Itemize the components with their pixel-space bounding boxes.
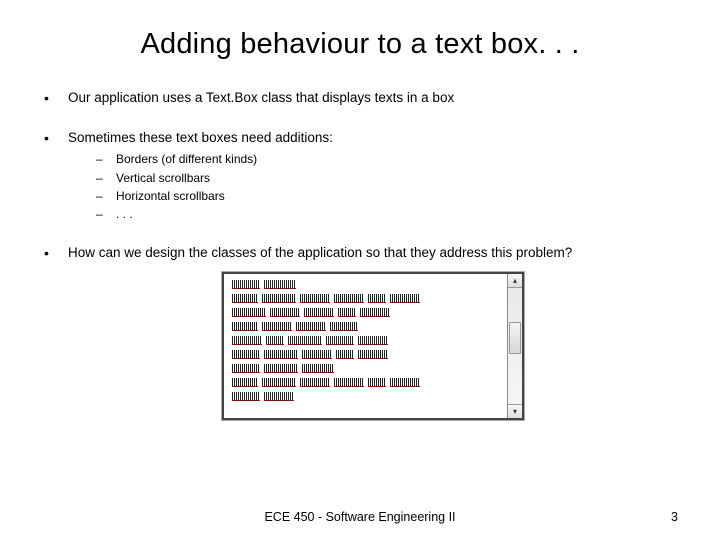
slide: Adding behaviour to a text box. . . Our … xyxy=(0,0,720,540)
sub-item: . . . xyxy=(96,206,678,222)
scroll-track xyxy=(508,288,522,404)
sub-text: . . . xyxy=(116,207,133,221)
bullet-text: How can we design the classes of the app… xyxy=(68,245,572,260)
sub-text: Horizontal scrollbars xyxy=(116,189,225,203)
sub-item: Vertical scrollbars xyxy=(96,170,678,186)
bullet-item: How can we design the classes of the app… xyxy=(42,244,678,420)
textbox-illustration: ▴ ▾ xyxy=(222,272,524,420)
sub-item: Horizontal scrollbars xyxy=(96,188,678,204)
bullet-item: Sometimes these text boxes need addition… xyxy=(42,129,678,222)
figure-container: ▴ ▾ xyxy=(68,272,678,420)
sub-text: Vertical scrollbars xyxy=(116,171,210,185)
scroll-up-button: ▴ xyxy=(508,274,522,288)
bullet-text: Our application uses a Text.Box class th… xyxy=(68,90,454,105)
textbox-content-area xyxy=(224,274,507,418)
bullet-list: Our application uses a Text.Box class th… xyxy=(42,89,678,420)
slide-title: Adding behaviour to a text box. . . xyxy=(42,28,678,61)
sub-list: Borders (of different kinds) Vertical sc… xyxy=(96,151,678,222)
footer-text: ECE 450 - Software Engineering II xyxy=(0,510,720,524)
bullet-text: Sometimes these text boxes need addition… xyxy=(68,130,333,145)
scroll-thumb xyxy=(509,322,521,354)
scroll-down-button: ▾ xyxy=(508,404,522,418)
vertical-scrollbar: ▴ ▾ xyxy=(507,274,522,418)
sub-item: Borders (of different kinds) xyxy=(96,151,678,167)
page-number: 3 xyxy=(671,510,678,524)
bullet-item: Our application uses a Text.Box class th… xyxy=(42,89,678,107)
sub-text: Borders (of different kinds) xyxy=(116,152,257,166)
